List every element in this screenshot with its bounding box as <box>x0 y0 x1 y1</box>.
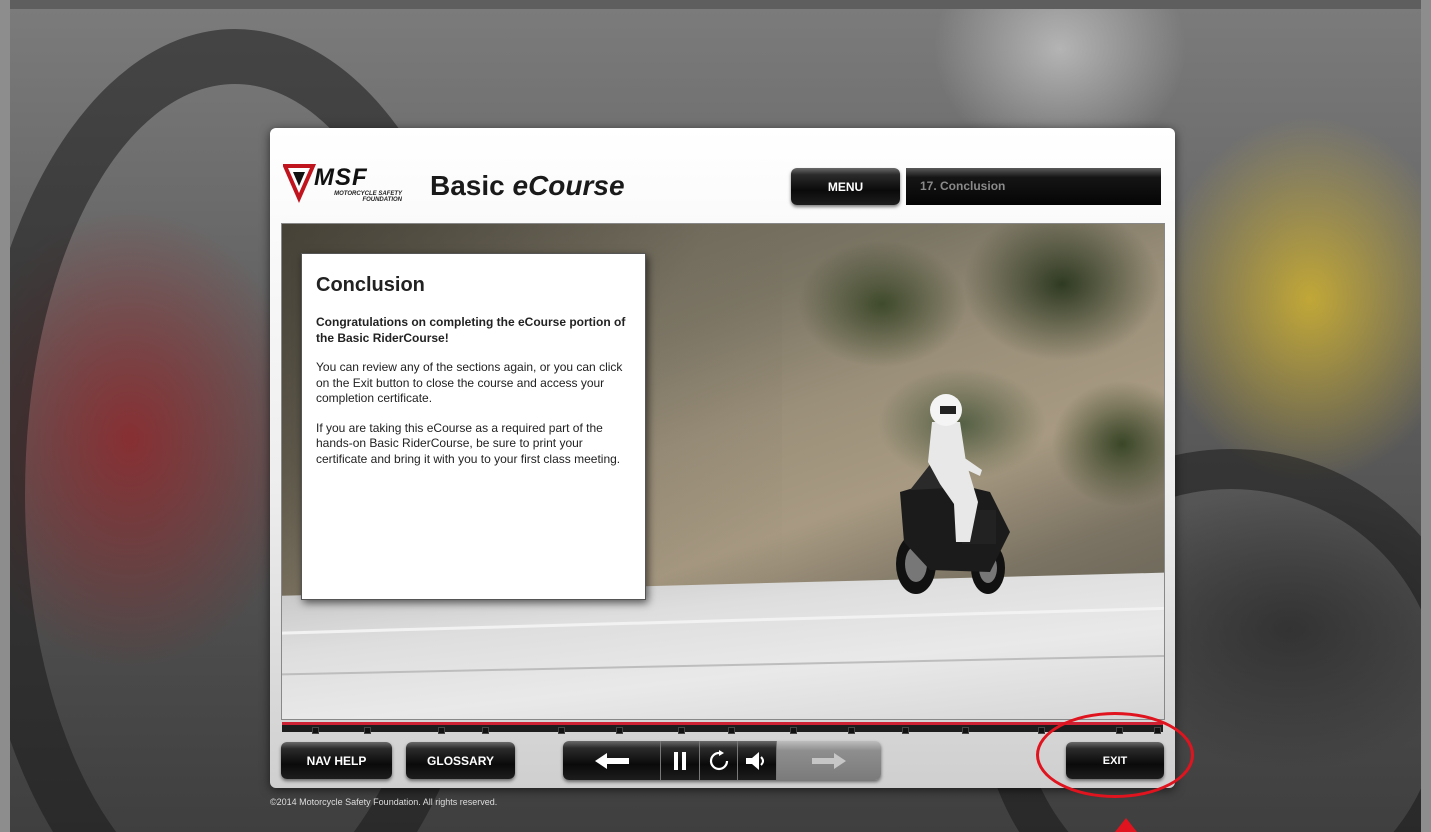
progress-timeline[interactable] <box>282 722 1163 734</box>
card-paragraph-1: You can review any of the sections again… <box>316 360 623 405</box>
timeline-tick[interactable] <box>364 727 371 734</box>
timeline-tick[interactable] <box>790 727 797 734</box>
player-controls <box>563 741 881 780</box>
annotation-arrow-icon <box>1115 818 1137 832</box>
timeline-tick[interactable] <box>438 727 445 734</box>
conclusion-card: Conclusion Congratulations on completing… <box>301 253 646 600</box>
arrow-left-icon <box>594 752 629 769</box>
timeline-tick[interactable] <box>616 727 623 734</box>
timeline-tick[interactable] <box>482 727 489 734</box>
timeline-tick[interactable] <box>902 727 909 734</box>
copyright-text: ©2014 Motorcycle Safety Foundation. All … <box>270 797 498 807</box>
nav-help-button[interactable]: NAV HELP <box>281 742 392 779</box>
timeline-tick[interactable] <box>678 727 685 734</box>
glossary-button[interactable]: GLOSSARY <box>406 742 515 779</box>
arrow-right-icon <box>812 752 846 769</box>
card-paragraph-2: If you are taking this eCourse as a requ… <box>316 420 621 466</box>
back-button[interactable] <box>563 741 662 780</box>
logo-subtitle: MOTORCYCLE SAFETY FOUNDATION <box>334 191 402 203</box>
course-title: Basic eCourse <box>430 170 625 202</box>
window-right-edge <box>1421 0 1431 832</box>
logo-text: MSF <box>314 164 368 191</box>
course-title-emphasis: eCourse <box>512 170 625 201</box>
menu-button[interactable]: MENU <box>791 168 900 205</box>
card-congrats-text: Congratulations on completing the eCours… <box>316 315 626 345</box>
timeline-tick[interactable] <box>728 727 735 734</box>
current-topic: 17. Conclusion <box>906 168 1161 205</box>
pause-icon <box>673 751 686 770</box>
motorcycle-rider-image <box>896 394 1010 594</box>
speaker-icon <box>746 751 765 770</box>
timeline-tick[interactable] <box>1038 727 1045 734</box>
window-left-edge <box>0 0 10 832</box>
timeline-tick[interactable] <box>558 727 565 734</box>
replay-icon <box>709 749 728 770</box>
card-title: Conclusion <box>316 274 425 296</box>
pause-button[interactable] <box>661 741 700 780</box>
replay-button[interactable] <box>699 741 739 780</box>
audio-button[interactable] <box>738 741 777 780</box>
timeline-tick[interactable] <box>312 727 319 734</box>
timeline-tick[interactable] <box>848 727 855 734</box>
exit-highlight-circle <box>1036 712 1194 798</box>
course-title-prefix: Basic <box>430 170 513 201</box>
next-button[interactable] <box>777 741 881 780</box>
timeline-tick[interactable] <box>962 727 969 734</box>
